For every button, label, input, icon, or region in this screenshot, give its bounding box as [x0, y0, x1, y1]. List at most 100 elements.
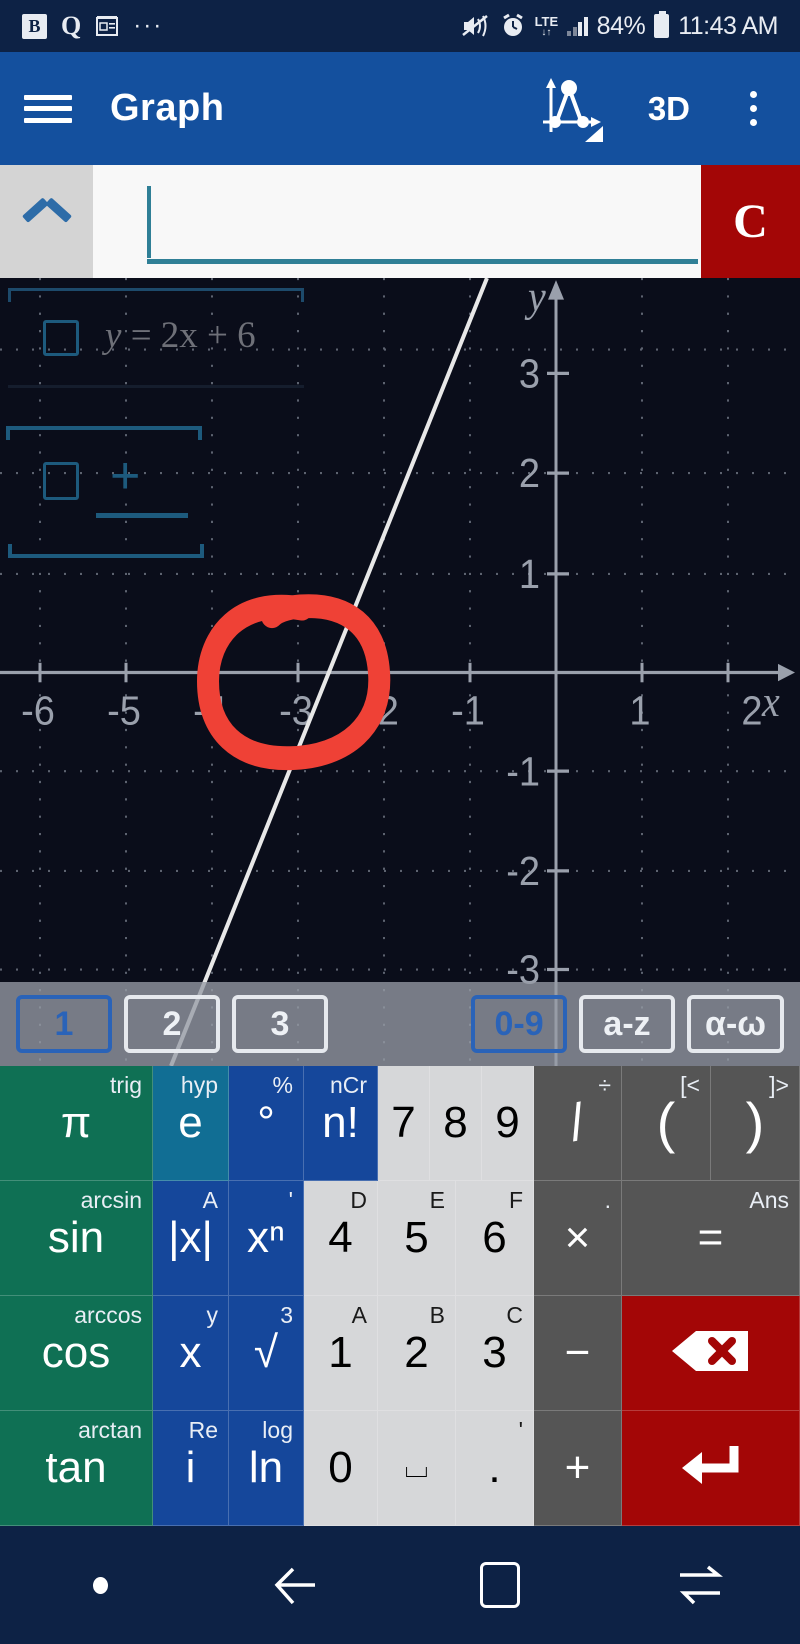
- add-row-underline: [96, 513, 188, 518]
- key-1-secondary: A: [351, 1302, 367, 1328]
- key-4-label: 4: [328, 1213, 353, 1262]
- key-imaginary-unit[interactable]: Re i: [153, 1411, 229, 1526]
- keyboard-tab-digits[interactable]: 0-9: [471, 995, 568, 1053]
- key-0[interactable]: 0: [304, 1411, 378, 1526]
- expression-input-wrapper[interactable]: [93, 165, 701, 278]
- key-degree-secondary: %: [272, 1072, 293, 1098]
- svg-text:1: 1: [629, 688, 650, 734]
- key-8-label: 8: [443, 1098, 468, 1147]
- equation-body: = 2x + 6: [121, 315, 256, 356]
- key-factorial-label: n!: [322, 1098, 359, 1147]
- key-open-paren[interactable]: [< (: [622, 1066, 711, 1181]
- key-degree[interactable]: % °: [229, 1066, 304, 1181]
- enter-icon: [676, 1438, 746, 1499]
- back-icon[interactable]: [200, 1561, 400, 1609]
- key-5[interactable]: E 5: [378, 1181, 456, 1296]
- key-e[interactable]: hyp e: [153, 1066, 229, 1181]
- key-3[interactable]: C 3: [456, 1296, 534, 1411]
- key-enter[interactable]: [622, 1411, 800, 1526]
- keyboard-tab-2[interactable]: 2: [124, 995, 220, 1053]
- key-tan[interactable]: arctan tan: [0, 1411, 153, 1526]
- svg-text:-1: -1: [506, 749, 540, 795]
- overflow-menu-icon[interactable]: [730, 81, 776, 137]
- key-2[interactable]: B 2: [378, 1296, 456, 1411]
- status-bar-notifications: B Q ···: [22, 11, 163, 41]
- key-7-label: 7: [391, 1098, 416, 1147]
- key-divide[interactable]: ÷ /: [534, 1066, 622, 1181]
- add-row-checkbox[interactable]: [43, 462, 79, 500]
- key-decimal-point-secondary: ': [518, 1417, 523, 1443]
- key-degree-label: °: [257, 1098, 275, 1147]
- keypad-operator-pad: ÷ / [< ( ]> ) . × Ans = − +: [534, 1066, 800, 1526]
- keyboard-tab-latin[interactable]: a-z: [579, 995, 676, 1053]
- key-divide-secondary: ÷: [598, 1072, 611, 1098]
- key-cos[interactable]: arccos cos: [0, 1296, 153, 1411]
- key-absolute-value-label: |x|: [168, 1213, 213, 1262]
- key-tan-label: tan: [45, 1443, 107, 1492]
- key-factorial[interactable]: nCr n!: [304, 1066, 378, 1181]
- clock-label: 11:43 AM: [678, 11, 778, 40]
- key-1[interactable]: A 1: [304, 1296, 378, 1411]
- key-5-secondary: E: [429, 1187, 445, 1213]
- key-equals-label: =: [697, 1213, 724, 1262]
- key-4[interactable]: D 4: [304, 1181, 378, 1296]
- graph-canvas[interactable]: -6 -5 -4 -3 -2 -1 1 2 3 2 1 -1 -2 -3 y x: [0, 278, 800, 1066]
- tab-3d[interactable]: 3D: [648, 90, 690, 128]
- key-power-secondary: ': [288, 1187, 293, 1213]
- key-close-paren-label: ): [745, 1091, 765, 1154]
- key-plus[interactable]: +: [534, 1411, 622, 1526]
- switch-icon[interactable]: [600, 1561, 800, 1609]
- key-multiply[interactable]: . ×: [534, 1181, 622, 1296]
- key-6[interactable]: F 6: [456, 1181, 534, 1296]
- key-square-root-label: √: [253, 1328, 279, 1377]
- status-bar-system: LTE ↓↑ 84% 11:43 AM: [461, 11, 778, 41]
- key-minus[interactable]: −: [534, 1296, 622, 1411]
- key-square-root[interactable]: 3 √: [229, 1296, 304, 1411]
- key-minus-label: −: [564, 1328, 591, 1377]
- x-axis-label: x: [761, 678, 780, 726]
- key-natural-log[interactable]: log ln: [229, 1411, 304, 1526]
- key-9[interactable]: 9: [482, 1066, 534, 1181]
- key-x-variable[interactable]: y x: [153, 1296, 229, 1411]
- add-equation-plus-icon[interactable]: +: [110, 450, 140, 502]
- clear-button[interactable]: C: [701, 165, 800, 278]
- key-power[interactable]: ' xⁿ: [229, 1181, 304, 1296]
- keyboard-tab-bar: 1 2 3 0-9 a-z α-ω: [0, 982, 800, 1066]
- battery-icon: [654, 11, 670, 38]
- signal-strength-icon: [567, 16, 588, 36]
- add-equation-row[interactable]: +: [0, 420, 310, 558]
- recents-icon[interactable]: [400, 1562, 600, 1608]
- key-absolute-value[interactable]: A |x|: [153, 1181, 229, 1296]
- keyboard-tab-3[interactable]: 3: [232, 995, 328, 1053]
- graph-function-icon[interactable]: [534, 73, 606, 145]
- key-x-variable-label: x: [179, 1328, 202, 1377]
- keyboard-tab-greek[interactable]: α-ω: [687, 995, 784, 1053]
- key-equals[interactable]: Ans =: [622, 1181, 800, 1296]
- key-decimal-point[interactable]: ' .: [456, 1411, 534, 1526]
- key-sin-label: sin: [47, 1213, 105, 1262]
- keyboard-mode-tabs: 0-9 a-z α-ω: [471, 995, 784, 1053]
- equation-visibility-checkbox[interactable]: [43, 320, 79, 356]
- chevron-up-icon[interactable]: [0, 165, 93, 278]
- hamburger-menu-icon[interactable]: [24, 91, 72, 127]
- key-decimal-point-label: .: [488, 1443, 501, 1492]
- key-pi-secondary: trig: [110, 1072, 142, 1098]
- key-3-secondary: C: [506, 1302, 523, 1328]
- key-8[interactable]: 8: [430, 1066, 482, 1181]
- key-pi[interactable]: trig π: [0, 1066, 153, 1181]
- key-6-secondary: F: [508, 1187, 523, 1213]
- equation-list[interactable]: y = 2x + 6 +: [0, 278, 310, 558]
- key-cos-label: cos: [41, 1328, 111, 1377]
- key-space[interactable]: ⌴: [378, 1411, 456, 1526]
- key-close-paren[interactable]: ]> ): [711, 1066, 800, 1181]
- equation-text: y = 2x + 6: [105, 314, 256, 357]
- keyboard-tab-1[interactable]: 1: [16, 995, 112, 1053]
- equation-row[interactable]: y = 2x + 6: [0, 278, 310, 396]
- key-backspace[interactable]: [622, 1296, 800, 1411]
- alarm-icon: [500, 13, 526, 39]
- key-square-root-secondary: 3: [280, 1302, 293, 1328]
- key-absolute-value-secondary: A: [202, 1187, 218, 1213]
- key-sin[interactable]: arcsin sin: [0, 1181, 153, 1296]
- key-7[interactable]: 7: [378, 1066, 430, 1181]
- assistant-dot-icon[interactable]: [0, 1576, 200, 1594]
